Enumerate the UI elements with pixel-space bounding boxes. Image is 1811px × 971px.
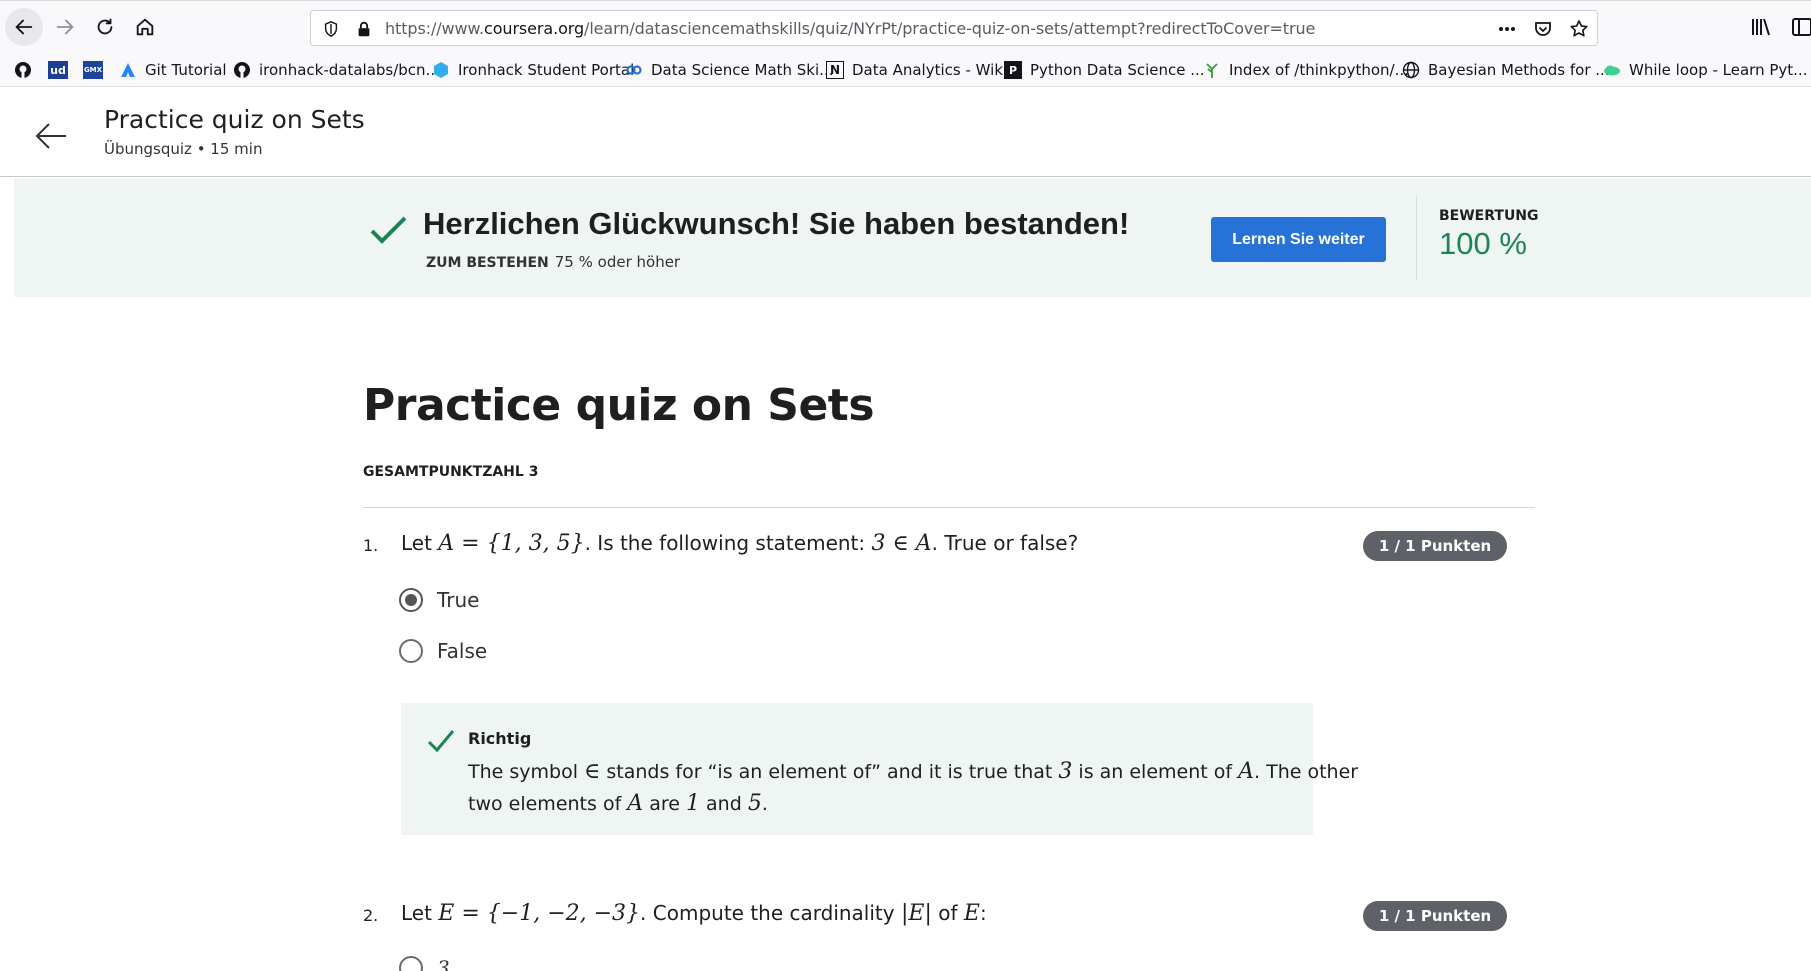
library-icon[interactable] xyxy=(1749,15,1773,39)
grade-label: BEWERTUNG xyxy=(1439,208,1539,224)
question-text: Let E = {−1, −2, −3}. Compute the cardin… xyxy=(401,901,987,926)
sidebar-icon[interactable] xyxy=(1790,15,1811,39)
bookmark-github[interactable] xyxy=(14,59,40,81)
feedback-text: The symbol ∈ stands for “is an element o… xyxy=(468,759,1359,816)
bookmark-label: Python Data Science ... xyxy=(1030,61,1205,79)
divider xyxy=(363,507,1535,508)
continue-learning-button[interactable]: Lernen Sie weiter xyxy=(1211,217,1386,262)
gmx-icon: GMX xyxy=(83,61,103,79)
p-icon: P xyxy=(1004,61,1022,79)
more-actions-icon[interactable] xyxy=(1497,19,1517,39)
bookmark-item[interactable]: Index of /thinkpython/... xyxy=(1203,59,1409,81)
cloud-icon xyxy=(1603,61,1621,79)
coursera-icon xyxy=(625,61,643,79)
divider xyxy=(1416,196,1417,280)
shield-icon[interactable] xyxy=(322,20,340,38)
checkmark-icon xyxy=(370,216,407,244)
notion-icon: N xyxy=(826,61,844,79)
total-points: GESAMTPUNKTZAHL 3 xyxy=(363,464,539,480)
checkmark-icon xyxy=(427,730,455,753)
bookmark-label: Data Science Math Ski... xyxy=(651,61,834,79)
option-label: False xyxy=(437,639,488,663)
points-badge: 1 / 1 Punkten xyxy=(1363,901,1507,931)
forward-button[interactable] xyxy=(46,8,84,46)
feedback-title: Richtig xyxy=(468,729,532,748)
bookmark-label: Data Analytics - Wiki xyxy=(852,61,1008,79)
bookmark-item[interactable]: Data Science Math Ski... xyxy=(625,59,833,81)
option-false[interactable]: False xyxy=(399,636,487,666)
globe-icon xyxy=(1402,61,1420,79)
option-label: True xyxy=(437,588,480,612)
feedback-box: Richtig The symbol ∈ stands for “is an e… xyxy=(401,703,1358,835)
forward-arrow-icon xyxy=(56,19,74,35)
udemy-icon: ud xyxy=(48,61,68,79)
browser-toolbar: https://www.coursera.org/learn/datascien… xyxy=(0,0,1811,52)
question-number: 2. xyxy=(363,906,379,925)
plant-icon xyxy=(1203,61,1221,79)
bookmark-label: While loop - Learn Pyt... xyxy=(1629,61,1808,79)
github-icon xyxy=(233,61,251,79)
bookmark-item[interactable]: N Data Analytics - Wiki xyxy=(826,59,1007,81)
reload-icon xyxy=(97,18,113,35)
bookmark-udemy[interactable]: ud xyxy=(48,59,76,81)
bookmark-label: Git Tutorial xyxy=(145,61,227,79)
bookmark-item[interactable]: While loop - Learn Pyt... xyxy=(1603,59,1807,81)
question-text: Let A = {1, 3, 5}. Is the following stat… xyxy=(401,531,1079,556)
bookmark-star-icon[interactable] xyxy=(1569,19,1589,39)
bookmark-item[interactable]: Git Tutorial xyxy=(119,59,227,81)
header-title: Practice quiz on Sets xyxy=(104,105,365,134)
bookmark-item[interactable]: Bayesian Methods for ... xyxy=(1402,59,1610,81)
ironhack-icon xyxy=(432,61,450,79)
result-banner: Herzlichen Glückwunsch! Sie haben bestan… xyxy=(14,178,1811,297)
radio-button[interactable] xyxy=(399,639,423,663)
back-arrow-icon[interactable] xyxy=(32,117,70,155)
bookmarks-bar: ud GMX Git Tutorial ironhack-datalabs/bc… xyxy=(0,52,1811,87)
pass-label: ZUM BESTEHEN xyxy=(426,255,549,271)
pass-value: 75 % oder höher xyxy=(554,253,681,271)
course-header: Practice quiz on Sets Übungsquiz • 15 mi… xyxy=(0,87,1811,177)
bookmark-label: Bayesian Methods for ... xyxy=(1428,61,1610,79)
option-partial[interactable]: 3 xyxy=(399,953,450,971)
bookmark-label: Ironhack Student Portal xyxy=(458,61,635,79)
radio-button[interactable] xyxy=(399,588,423,612)
home-button[interactable] xyxy=(126,8,164,46)
option-true[interactable]: True xyxy=(399,585,479,615)
bookmark-item[interactable]: P Python Data Science ... xyxy=(1004,59,1205,81)
bookmark-item[interactable]: Ironhack Student Portal xyxy=(432,59,634,81)
back-button[interactable] xyxy=(5,8,43,46)
banner-title: Herzlichen Glückwunsch! Sie haben bestan… xyxy=(423,206,1130,241)
atlassian-icon xyxy=(119,61,137,79)
home-icon xyxy=(136,18,154,36)
address-bar[interactable]: https://www.coursera.org/learn/datascien… xyxy=(310,10,1598,46)
grade-value: 100 % xyxy=(1439,226,1527,261)
url-text[interactable]: https://www.coursera.org/learn/datascien… xyxy=(385,19,1315,38)
header-subtitle: Übungsquiz • 15 min xyxy=(104,140,263,158)
radio-button[interactable] xyxy=(399,956,423,971)
pass-requirement: ZUM BESTEHEN 75 % oder höher xyxy=(426,253,680,271)
github-icon xyxy=(14,61,32,79)
points-badge: 1 / 1 Punkten xyxy=(1363,531,1507,561)
lock-icon[interactable] xyxy=(355,20,373,38)
quiz-title: Practice quiz on Sets xyxy=(363,380,875,431)
option-label: 3 xyxy=(437,956,450,971)
bookmark-label: ironhack-datalabs/bcn... xyxy=(259,61,440,79)
pocket-icon[interactable] xyxy=(1533,19,1553,39)
bookmark-item[interactable]: ironhack-datalabs/bcn... xyxy=(233,59,440,81)
reload-button[interactable] xyxy=(86,8,124,46)
back-arrow-icon xyxy=(15,19,33,35)
bookmark-label: Index of /thinkpython/... xyxy=(1229,61,1409,79)
bookmark-gmx[interactable]: GMX xyxy=(83,59,111,81)
question-number: 1. xyxy=(363,536,379,555)
